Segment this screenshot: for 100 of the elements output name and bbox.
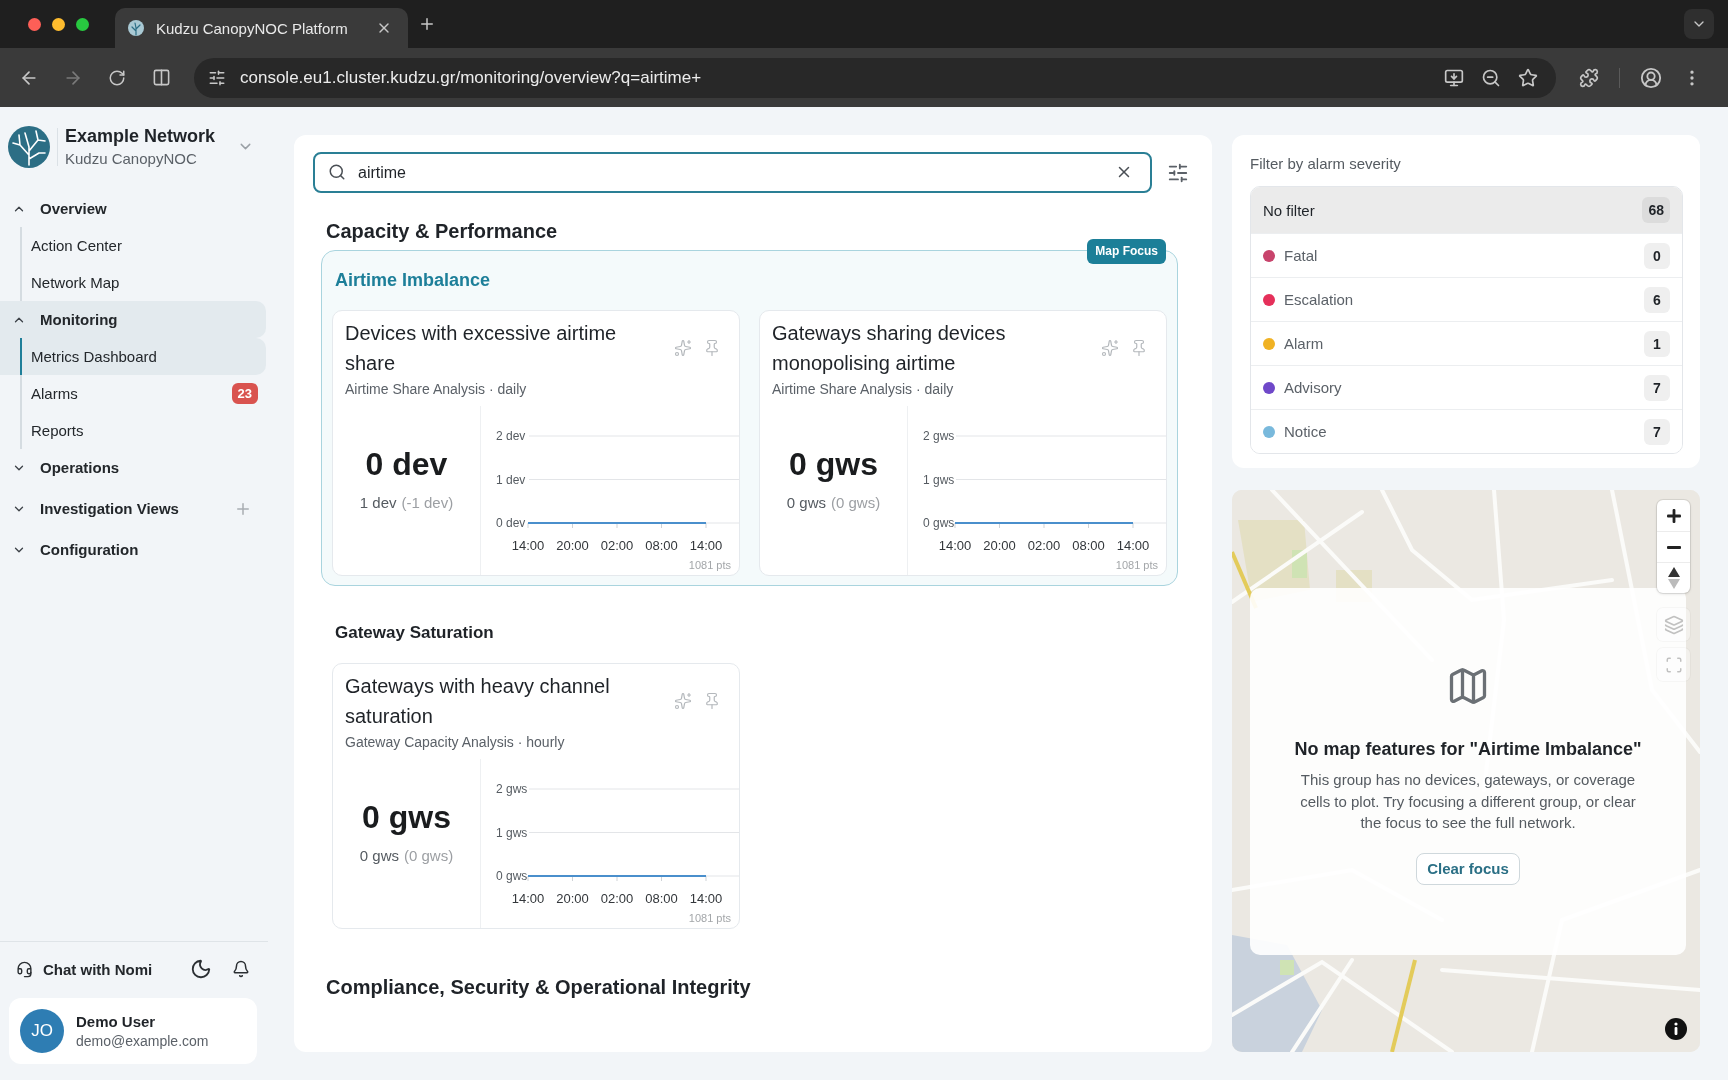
metric-value: 0 gws bbox=[789, 445, 878, 483]
axis-label: 1 gws bbox=[923, 472, 955, 487]
count-badge: 1 bbox=[1644, 330, 1670, 357]
axis-label: 02:00 bbox=[600, 538, 634, 553]
section-heading: Compliance, Security & Operational Integrity bbox=[325, 975, 752, 999]
compass-icon bbox=[1667, 567, 1680, 589]
new-tab-icon[interactable] bbox=[418, 15, 436, 33]
install-app-icon[interactable] bbox=[1444, 67, 1464, 88]
user-email: demo@example.com bbox=[76, 1033, 209, 1049]
window-minimize-icon[interactable] bbox=[52, 17, 65, 31]
metric-value: 0 gws bbox=[362, 798, 451, 836]
group-title: Airtime Imbalance bbox=[334, 269, 492, 291]
filter-option[interactable]: Notice 7 bbox=[1251, 409, 1682, 453]
axis-label: 20:00 bbox=[556, 891, 589, 906]
point-count: 1081 pts bbox=[688, 559, 731, 571]
address-bar[interactable]: console.eu1.cluster.kudzu.gr/monitoring/overview?q=airtime+ bbox=[194, 57, 1556, 98]
axis-label: 14:00 bbox=[511, 538, 545, 553]
empty-state-title: No map features for "Airtime Imbalance" bbox=[1294, 738, 1642, 760]
point-count: 1081 pts bbox=[1115, 559, 1158, 571]
window-close-icon[interactable] bbox=[28, 17, 41, 31]
axis-label: 14:00 bbox=[511, 891, 545, 906]
bell-icon[interactable] bbox=[232, 960, 250, 978]
nav-group[interactable]: Operations bbox=[0, 449, 266, 486]
nav-group[interactable]: Monitoring bbox=[0, 301, 266, 338]
window-maximize-icon[interactable] bbox=[76, 17, 89, 31]
reload-icon[interactable] bbox=[108, 68, 126, 87]
axis-label: 2 gws bbox=[923, 429, 955, 444]
map-focus-badge: Map Focus bbox=[1087, 239, 1166, 264]
nav-group[interactable]: Overview bbox=[0, 190, 266, 227]
axis-label: 02:00 bbox=[600, 891, 634, 906]
tab-list-button[interactable] bbox=[1684, 9, 1714, 39]
extensions-icon[interactable] bbox=[1579, 67, 1599, 88]
minus-icon bbox=[1666, 545, 1681, 549]
scan-frame-icon bbox=[1664, 655, 1683, 674]
nav-item[interactable]: Reports bbox=[0, 412, 266, 449]
tree-logo-icon bbox=[8, 125, 50, 168]
change-value: (-1 dev) bbox=[401, 494, 454, 512]
metric-value: 0 dev bbox=[365, 445, 448, 483]
search-field[interactable]: airtime bbox=[313, 152, 1152, 193]
info-icon[interactable] bbox=[1665, 1018, 1687, 1040]
zoom-out-icon[interactable] bbox=[1481, 67, 1501, 88]
axis-label: 14:00 bbox=[689, 538, 723, 553]
count-badge: 7 bbox=[1644, 374, 1670, 401]
count-badge: 68 bbox=[1642, 197, 1670, 223]
org-name: Example Network bbox=[65, 125, 216, 147]
filter-settings-icon[interactable] bbox=[1167, 161, 1189, 184]
change-value: (0 gws) bbox=[831, 494, 881, 512]
point-count: 1081 pts bbox=[688, 912, 731, 924]
filter-title: Filter by alarm severity bbox=[1250, 155, 1402, 173]
empty-state-message: This group has no devices, gateways, or coverage cells to plot. Try focusing a different group, or clear the focus to see the full network. bbox=[1299, 770, 1637, 833]
user-name: Demo User bbox=[76, 1013, 157, 1030]
card-title: Devices with excessive airtime share bbox=[345, 321, 618, 376]
count-badge: 0 bbox=[1644, 242, 1670, 269]
user-card[interactable]: JO Demo User demo@example.com bbox=[9, 998, 257, 1064]
nav-group[interactable]: Investigation Views bbox=[0, 490, 266, 527]
previous-value: 0 gws bbox=[786, 494, 826, 512]
axis-label: 2 dev bbox=[496, 429, 526, 444]
browser-tab[interactable]: Kudzu CanopyNOC Platform bbox=[115, 8, 408, 48]
clear-focus-button[interactable]: Clear focus bbox=[1416, 852, 1520, 885]
count-badge: 23 bbox=[231, 383, 258, 404]
card-title: Gateways with heavy channel saturation bbox=[345, 674, 611, 729]
split-view-icon[interactable] bbox=[151, 68, 171, 87]
profile-icon[interactable] bbox=[1640, 66, 1662, 89]
nav-group[interactable]: Configuration bbox=[0, 531, 266, 568]
axis-label: 0 gws bbox=[496, 869, 528, 884]
nav-item[interactable]: Alarms 23 bbox=[0, 375, 266, 412]
axis-label: 20:00 bbox=[556, 538, 589, 553]
headset-icon bbox=[16, 960, 33, 978]
site-favicon-icon bbox=[128, 20, 144, 36]
axis-label: 08:00 bbox=[1072, 538, 1105, 553]
filter-option[interactable]: No filter 68 bbox=[1251, 187, 1682, 233]
chat-button[interactable]: Chat with Nomi bbox=[16, 960, 153, 978]
nav-item[interactable]: Action Center bbox=[0, 227, 266, 264]
user-avatar: JO bbox=[20, 1009, 64, 1053]
section-heading: Capacity & Performance bbox=[325, 219, 559, 243]
group-title: Gateway Saturation bbox=[334, 622, 495, 644]
product-name: Kudzu CanopyNOC bbox=[65, 149, 198, 168]
axis-label: 14:00 bbox=[938, 538, 972, 553]
nav-item[interactable]: Network Map bbox=[0, 264, 266, 301]
card-title: Gateways sharing devices monopolising airtime bbox=[772, 321, 1007, 376]
card-subtitle: Airtime Share Analysis · daily bbox=[772, 380, 955, 398]
nav-item[interactable]: Metrics Dashboard bbox=[0, 338, 266, 375]
axis-label: 08:00 bbox=[645, 891, 678, 906]
previous-value: 0 gws bbox=[359, 847, 399, 865]
axis-label: 2 gws bbox=[496, 782, 528, 797]
axis-label: 08:00 bbox=[645, 538, 678, 553]
axis-label: 0 gws bbox=[923, 516, 955, 531]
previous-value: 1 dev bbox=[359, 494, 397, 512]
axis-label: 02:00 bbox=[1027, 538, 1061, 553]
axis-label: 1 dev bbox=[496, 472, 526, 487]
axis-label: 20:00 bbox=[983, 538, 1016, 553]
count-badge: 7 bbox=[1644, 418, 1670, 445]
moon-icon[interactable] bbox=[190, 958, 212, 980]
card-subtitle: Airtime Share Analysis · daily bbox=[345, 380, 528, 398]
search-icon bbox=[328, 163, 346, 181]
card-subtitle: Gateway Capacity Analysis · hourly bbox=[345, 733, 566, 751]
axis-label: 1 gws bbox=[496, 825, 528, 840]
axis-label: 14:00 bbox=[1116, 538, 1150, 553]
star-icon[interactable] bbox=[1518, 67, 1538, 88]
site-settings-icon[interactable] bbox=[208, 68, 226, 87]
